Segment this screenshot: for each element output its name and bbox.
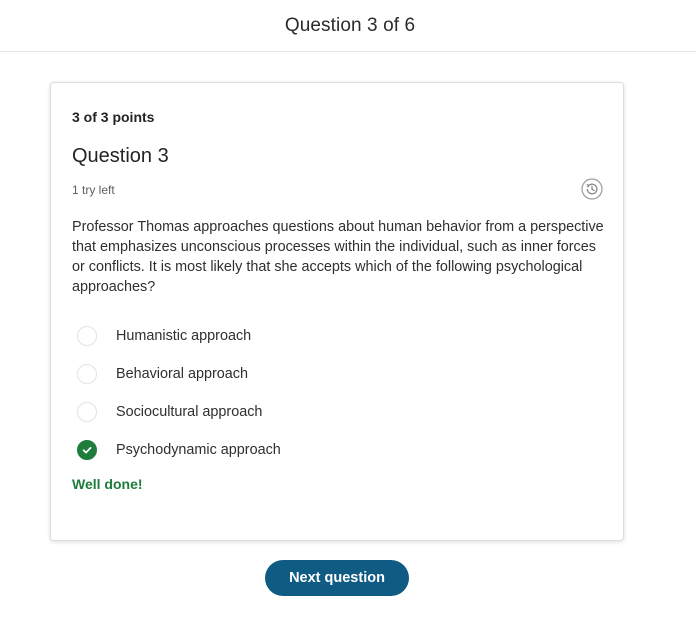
page-title: Question 3 of 6 xyxy=(284,14,416,36)
history-icon[interactable] xyxy=(581,178,603,200)
option-psychodynamic[interactable]: Psychodynamic approach xyxy=(77,431,577,469)
option-label: Sociocultural approach xyxy=(116,404,263,420)
checkmark-icon xyxy=(82,446,92,454)
feedback-message: Well done! xyxy=(72,476,143,492)
question-prompt: Professor Thomas approaches questions ab… xyxy=(72,219,604,295)
option-humanistic[interactable]: Humanistic approach xyxy=(77,317,577,355)
radio-button[interactable] xyxy=(77,402,97,422)
radio-button[interactable] xyxy=(77,364,97,384)
question-title: Question 3 xyxy=(72,145,169,167)
option-behavioral[interactable]: Behavioral approach xyxy=(77,355,577,393)
option-label: Psychodynamic approach xyxy=(116,442,281,458)
points-score: 3 of 3 points xyxy=(72,109,155,125)
option-label: Humanistic approach xyxy=(116,328,252,344)
radio-button[interactable] xyxy=(77,326,97,346)
radio-button-selected[interactable] xyxy=(77,440,97,460)
answer-options: Humanistic approach Behavioral approach … xyxy=(77,317,577,469)
question-card: 3 of 3 points Question 3 1 try left Prof… xyxy=(50,82,624,541)
tries-left: 1 try left xyxy=(72,183,115,197)
next-question-button[interactable]: Next question xyxy=(265,560,409,596)
option-sociocultural[interactable]: Sociocultural approach xyxy=(77,393,577,431)
option-label: Behavioral approach xyxy=(116,366,249,382)
page-header: Question 3 of 6 xyxy=(0,0,696,52)
